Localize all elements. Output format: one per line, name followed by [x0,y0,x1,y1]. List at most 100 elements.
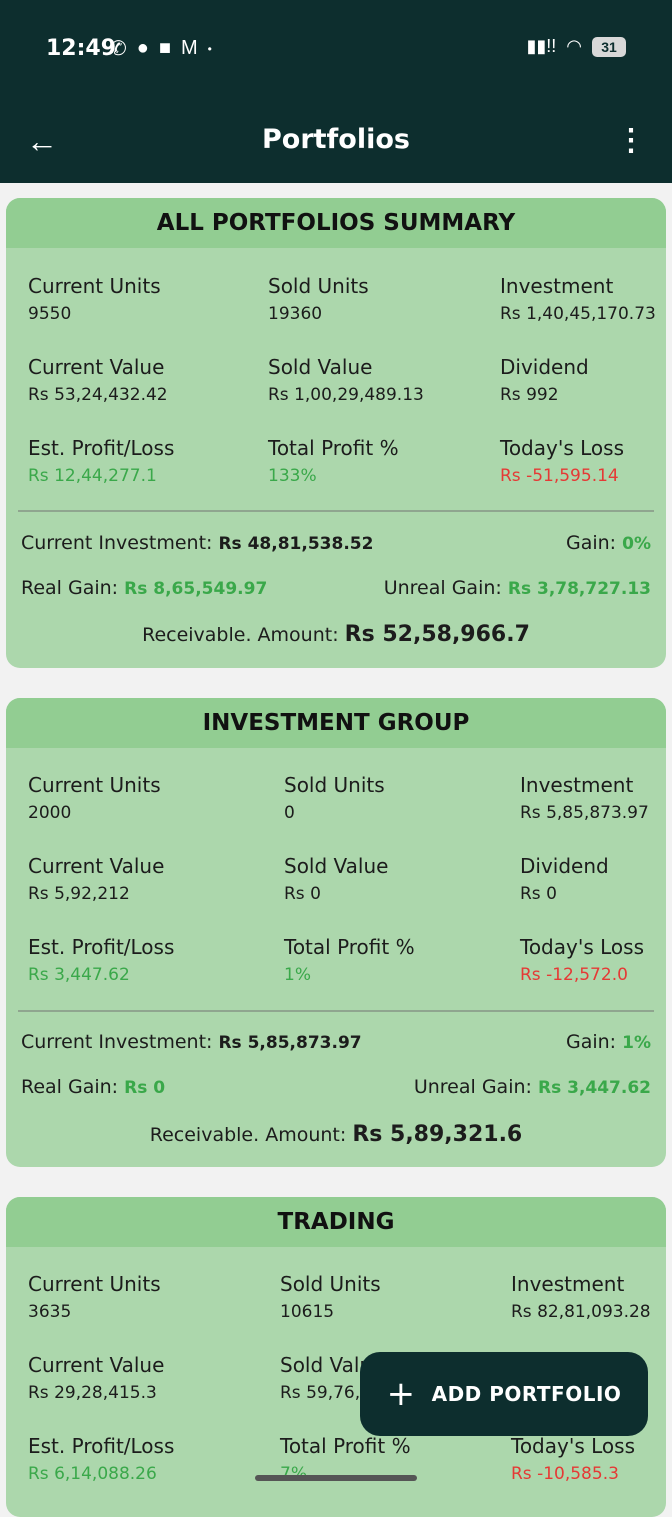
current-value-label: Current Value [28,355,165,379]
battery-icon: 31 [592,36,626,57]
current-value: Current Value Rs 53,24,432.42 [28,355,168,405]
sold-units-value: 19360 [268,304,323,324]
dividend-value: Rs 992 [500,385,559,405]
investment-label: Investment [511,1272,625,1296]
system-icons: ▮▮!! ◠ 31 [526,36,626,57]
current-value-value: Rs 53,24,432.42 [28,385,168,405]
unreal-gain-value: Rs 3,78,727.13 [507,579,651,599]
sold-value-value: Rs 1,00,29,489.13 [268,385,424,405]
whatsapp-icon: ✆ [110,38,127,60]
total-profit-value: 1% [284,965,311,985]
unreal-gain: Unreal Gain: Rs 3,447.62 [414,1076,651,1098]
dividend-label: Dividend [520,854,609,878]
current-investment-value: Rs 48,81,538.52 [218,534,374,554]
current-units: Current Units 2000 [28,773,161,823]
investment: Investment Rs 5,85,873.97 [520,773,649,823]
real-gain-value: Rs 8,65,549.97 [124,579,268,599]
gmail-icon: M [180,37,198,59]
current-value-value: Rs 5,92,212 [28,884,130,904]
current-units-value: 3635 [28,1302,72,1322]
sold-units: Sold Units 19360 [268,274,369,324]
est-profit-loss-value: Rs 12,44,277.1 [28,466,157,486]
est-profit-loss: Est. Profit/Loss Rs 12,44,277.1 [28,436,174,486]
page-title: Portfolios [262,124,410,155]
sold-value: Sold Value Rs 1,00,29,489.13 [268,355,424,405]
dividend: Dividend Rs 992 [500,355,589,405]
real-gain-value: Rs 0 [124,1078,166,1098]
total-profit-value: 7% [280,1464,307,1484]
sold-units-label: Sold Units [268,274,369,298]
divider [18,1010,654,1012]
current-units-label: Current Units [28,773,161,797]
receivable-value: Rs 52,58,966.7 [344,622,530,647]
todays-loss-value: Rs -51,595.14 [500,466,619,486]
investment-value: Rs 5,85,873.97 [520,803,649,823]
sold-value-label: Sold Value [268,355,373,379]
todays-loss: Today's Loss Rs -51,595.14 [500,436,624,486]
more-options-icon[interactable]: ⋮ [616,126,646,156]
todays-loss-value: Rs -12,572.0 [520,965,628,985]
investment-label: Investment [520,773,634,797]
current-value: Current Value Rs 5,92,212 [28,854,164,904]
investment-value: Rs 1,40,45,170.73 [500,304,656,324]
current-investment-label: Current Investment: [21,532,213,554]
todays-loss-label: Today's Loss [500,436,624,460]
dividend-label: Dividend [500,355,589,379]
gain: Gain: 1% [566,1031,651,1053]
dividend-value: Rs 0 [520,884,557,904]
unreal-gain-value: Rs 3,447.62 [537,1078,651,1098]
current-units-value: 9550 [28,304,72,324]
est-profit-loss-label: Est. Profit/Loss [28,1434,175,1458]
card-title: ALL PORTFOLIOS SUMMARY [6,198,666,248]
unreal-gain: Unreal Gain: Rs 3,78,727.13 [384,577,651,599]
total-profit-label: Total Profit % [284,935,415,959]
total-profit-label: Total Profit % [268,436,399,460]
todays-loss-label: Today's Loss [520,935,644,959]
total-profit: Total Profit % 1% [284,935,415,985]
todays-loss-value: Rs -10,585.3 [511,1464,619,1484]
current-units: Current Units 9550 [28,274,161,324]
current-units-label: Current Units [28,274,161,298]
investment-value: Rs 82,81,093.28 [511,1302,651,1322]
portfolio-card-investment-group[interactable]: INVESTMENT GROUP Current Units 2000 Sold… [6,698,666,1167]
notification-icons: ✆ ● ■ M • [110,36,212,61]
current-investment: Current Investment: Rs 48,81,538.52 [21,532,373,554]
dot-icon: • [207,41,212,56]
sold-units: Sold Units 10615 [280,1272,381,1322]
receivable-amount: Receivable. Amount: Rs 5,89,321.6 [6,1122,666,1147]
signal-icon: ▮▮!! [526,36,557,56]
current-units-value: 2000 [28,803,72,823]
plus-icon: + [386,1374,416,1414]
real-gain-label: Real Gain: [21,1076,119,1098]
wifi-icon: ◠ [566,36,582,56]
sold-units-label: Sold Units [280,1272,381,1296]
current-value: Current Value Rs 29,28,415.3 [28,1353,164,1403]
app-header: 12:49 ✆ ● ■ M • ▮▮!! ◠ 31 ← Portfolios ⋮ [0,0,672,183]
current-units: Current Units 3635 [28,1272,161,1322]
sold-units-value: 0 [284,803,295,823]
todays-loss-label: Today's Loss [511,1434,635,1458]
est-profit-loss-value: Rs 6,14,088.26 [28,1464,157,1484]
current-investment-value: Rs 5,85,873.97 [218,1033,362,1053]
add-portfolio-button[interactable]: + ADD PORTFOLIO [360,1352,648,1436]
divider [18,510,654,512]
status-bar: 12:49 ✆ ● ■ M • ▮▮!! ◠ 31 [0,0,672,100]
total-profit-label: Total Profit % [280,1434,411,1458]
unreal-gain-label: Unreal Gain: [413,1076,532,1098]
card-title: TRADING [6,1197,666,1247]
sold-units: Sold Units 0 [284,773,385,823]
sold-value-value: Rs 0 [284,884,321,904]
est-profit-loss-label: Est. Profit/Loss [28,436,175,460]
sold-units-label: Sold Units [284,773,385,797]
portfolio-card-summary[interactable]: ALL PORTFOLIOS SUMMARY Current Units 955… [6,198,666,668]
current-investment-label: Current Investment: [21,1031,213,1053]
sold-value: Sold Value Rs 0 [284,854,388,904]
gain-value: 0% [622,534,651,554]
gesture-handle[interactable] [255,1475,417,1481]
status-time: 12:49 [46,36,117,61]
current-value-label: Current Value [28,1353,165,1377]
gain-label: Gain: [565,532,617,554]
est-profit-loss-label: Est. Profit/Loss [28,935,175,959]
gain-label: Gain: [565,1031,617,1053]
real-gain: Real Gain: Rs 8,65,549.97 [21,577,267,599]
